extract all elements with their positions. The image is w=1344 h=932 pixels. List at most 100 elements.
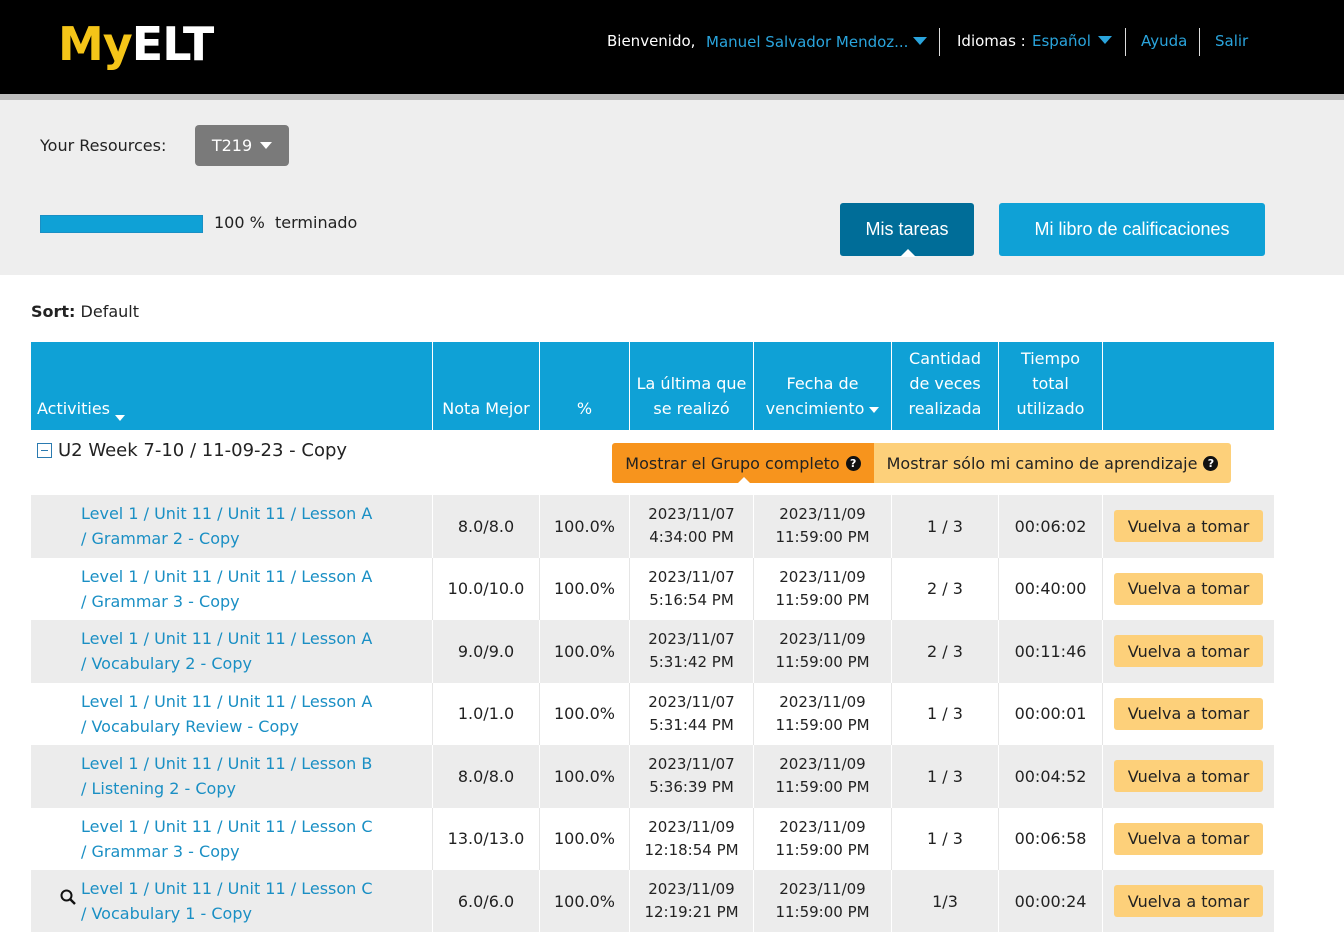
group-row: U2 Week 7-10 / 11-09-23 - Copy Mostrar e…: [31, 430, 1274, 495]
welcome-text: Bienvenido,: [607, 32, 696, 50]
best-score-cell: 1.0/1.0: [433, 682, 540, 745]
column-header-best-score: Nota Mejor: [433, 342, 540, 430]
gradebook-button[interactable]: Mi libro de calificaciones: [999, 203, 1265, 256]
column-header-actions: [1103, 342, 1274, 430]
column-header-due-date[interactable]: Fecha de vencimiento: [754, 342, 892, 430]
total-time-cell: 00:04:52: [999, 745, 1103, 808]
progress-label: terminado: [275, 213, 358, 232]
retake-button[interactable]: Vuelva a tomar: [1113, 572, 1264, 605]
activity-link[interactable]: Level 1 / Unit 11 / Unit 11 / Lesson C /…: [81, 876, 373, 926]
best-score-cell: 8.0/8.0: [433, 745, 540, 808]
activity-link[interactable]: Level 1 / Unit 11 / Unit 11 / Lesson C /…: [81, 814, 373, 864]
action-cell: Vuelva a tomar: [1103, 620, 1274, 683]
best-score-cell: 8.0/8.0: [433, 495, 540, 558]
collapse-icon[interactable]: [37, 443, 52, 458]
attempts-cell: 2 / 3: [892, 620, 999, 683]
chevron-down-icon: [869, 406, 880, 413]
activity-cell: Level 1 / Unit 11 / Unit 11 / Lesson A /…: [31, 682, 433, 745]
activity-cell: Level 1 / Unit 11 / Unit 11 / Lesson C /…: [31, 870, 433, 932]
percent-cell: 100.0%: [540, 620, 630, 683]
user-menu-link[interactable]: Manuel Salvador Mendoz...: [706, 33, 908, 51]
activities-table: Activities Nota Mejor % La última que se…: [31, 342, 1274, 932]
attempts-cell: 1 / 3: [892, 745, 999, 808]
last-done-cell: 2023/11/07 4:34:00 PM: [630, 495, 754, 558]
chevron-down-icon: [115, 415, 125, 421]
retake-button[interactable]: Vuelva a tomar: [1113, 760, 1264, 793]
attempts-cell: 1 / 3: [892, 682, 999, 745]
sort-control[interactable]: Sort: Default: [31, 302, 139, 321]
table-row: Level 1 / Unit 11 / Unit 11 / Lesson A /…: [31, 682, 1274, 746]
progress-value: 100 %: [214, 213, 265, 232]
progress-bar: [40, 215, 203, 233]
question-icon[interactable]: ?: [1203, 455, 1219, 471]
table-row: Level 1 / Unit 11 / Unit 11 / Lesson A /…: [31, 620, 1274, 683]
due-date-cell: 2023/11/09 11:59:00 PM: [754, 557, 892, 620]
total-time-cell: 00:40:00: [999, 557, 1103, 620]
progress-text: 100 % terminado: [214, 213, 357, 232]
activity-cell: Level 1 / Unit 11 / Unit 11 / Lesson C /…: [31, 807, 433, 870]
total-time-cell: 00:00:01: [999, 682, 1103, 745]
percent-cell: 100.0%: [540, 870, 630, 932]
action-cell: Vuelva a tomar: [1103, 683, 1274, 746]
resource-select[interactable]: T219: [195, 125, 289, 166]
myelt-logo[interactable]: MyELT: [58, 14, 214, 74]
last-done-cell: 2023/11/07 5:36:39 PM: [630, 745, 754, 808]
sort-label: Sort:: [31, 302, 76, 321]
chevron-down-icon[interactable]: [1098, 36, 1112, 44]
question-icon[interactable]: ?: [845, 455, 861, 471]
total-time-cell: 00:06:02: [999, 495, 1103, 558]
percent-cell: 100.0%: [540, 495, 630, 558]
best-score-cell: 6.0/6.0: [433, 870, 540, 932]
total-time-cell: 00:11:46: [999, 620, 1103, 683]
my-tasks-button[interactable]: Mis tareas: [840, 203, 974, 257]
activity-cell: Level 1 / Unit 11 / Unit 11 / Lesson A /…: [31, 495, 433, 558]
activity-cell: Level 1 / Unit 11 / Unit 11 / Lesson A /…: [31, 557, 433, 620]
due-date-cell: 2023/11/09 11:59:00 PM: [754, 495, 892, 558]
attempts-cell: 1 / 3: [892, 807, 999, 870]
column-header-percent: %: [540, 342, 630, 430]
group-title[interactable]: U2 Week 7-10 / 11-09-23 - Copy: [37, 440, 347, 461]
show-learning-path-toggle[interactable]: Mostrar sólo mi camino de aprendizaje ?: [874, 443, 1231, 483]
due-date-cell: 2023/11/09 11:59:00 PM: [754, 620, 892, 683]
chevron-down-icon[interactable]: [913, 37, 927, 45]
percent-cell: 100.0%: [540, 682, 630, 745]
my-tasks-label: Mis tareas: [865, 219, 949, 239]
nav-divider: [939, 28, 940, 56]
column-header-attempts: Cantidad de veces realizada: [892, 342, 999, 430]
help-link[interactable]: Ayuda: [1141, 32, 1187, 50]
activity-cell: Level 1 / Unit 11 / Unit 11 / Lesson A /…: [31, 620, 433, 683]
activity-link[interactable]: Level 1 / Unit 11 / Unit 11 / Lesson B /…: [81, 751, 372, 801]
retake-button[interactable]: Vuelva a tomar: [1113, 635, 1264, 668]
activity-link[interactable]: Level 1 / Unit 11 / Unit 11 / Lesson A /…: [81, 689, 372, 739]
table-row: Level 1 / Unit 11 / Unit 11 / Lesson A /…: [31, 557, 1274, 620]
due-date-cell: 2023/11/09 11:59:00 PM: [754, 745, 892, 808]
progress-bar-fill: [41, 216, 202, 232]
last-done-cell: 2023/11/09 12:19:21 PM: [630, 870, 754, 932]
top-navbar: MyELT Bienvenido, Manuel Salvador Mendoz…: [0, 0, 1344, 94]
search-icon[interactable]: [60, 889, 76, 905]
retake-button[interactable]: Vuelva a tomar: [1113, 697, 1264, 730]
column-header-activities[interactable]: Activities: [31, 342, 433, 430]
logout-link[interactable]: Salir: [1215, 32, 1248, 50]
retake-button[interactable]: Vuelva a tomar: [1113, 510, 1264, 543]
action-cell: Vuelva a tomar: [1103, 745, 1274, 808]
active-toggle-pointer: [737, 477, 751, 484]
best-score-cell: 10.0/10.0: [433, 557, 540, 620]
activity-link[interactable]: Level 1 / Unit 11 / Unit 11 / Lesson A /…: [81, 626, 372, 676]
retake-button[interactable]: Vuelva a tomar: [1113, 822, 1264, 855]
chevron-down-icon: [260, 142, 273, 149]
show-full-group-toggle[interactable]: Mostrar el Grupo completo ?: [612, 443, 874, 484]
nav-divider: [1125, 28, 1126, 56]
resources-label: Your Resources:: [40, 136, 167, 155]
last-done-cell: 2023/11/07 5:31:44 PM: [630, 682, 754, 745]
column-header-total-time: Tiempo total utilizado: [999, 342, 1103, 430]
best-score-cell: 13.0/13.0: [433, 807, 540, 870]
sort-value: Default: [80, 302, 140, 321]
activity-link[interactable]: Level 1 / Unit 11 / Unit 11 / Lesson A /…: [81, 501, 372, 551]
table-row: Level 1 / Unit 11 / Unit 11 / Lesson C /…: [31, 870, 1274, 932]
table-row: Level 1 / Unit 11 / Unit 11 / Lesson A /…: [31, 495, 1274, 558]
activity-link[interactable]: Level 1 / Unit 11 / Unit 11 / Lesson A /…: [81, 564, 372, 614]
language-select[interactable]: Español: [1032, 32, 1091, 50]
best-score-cell: 9.0/9.0: [433, 620, 540, 683]
retake-button[interactable]: Vuelva a tomar: [1113, 885, 1264, 918]
